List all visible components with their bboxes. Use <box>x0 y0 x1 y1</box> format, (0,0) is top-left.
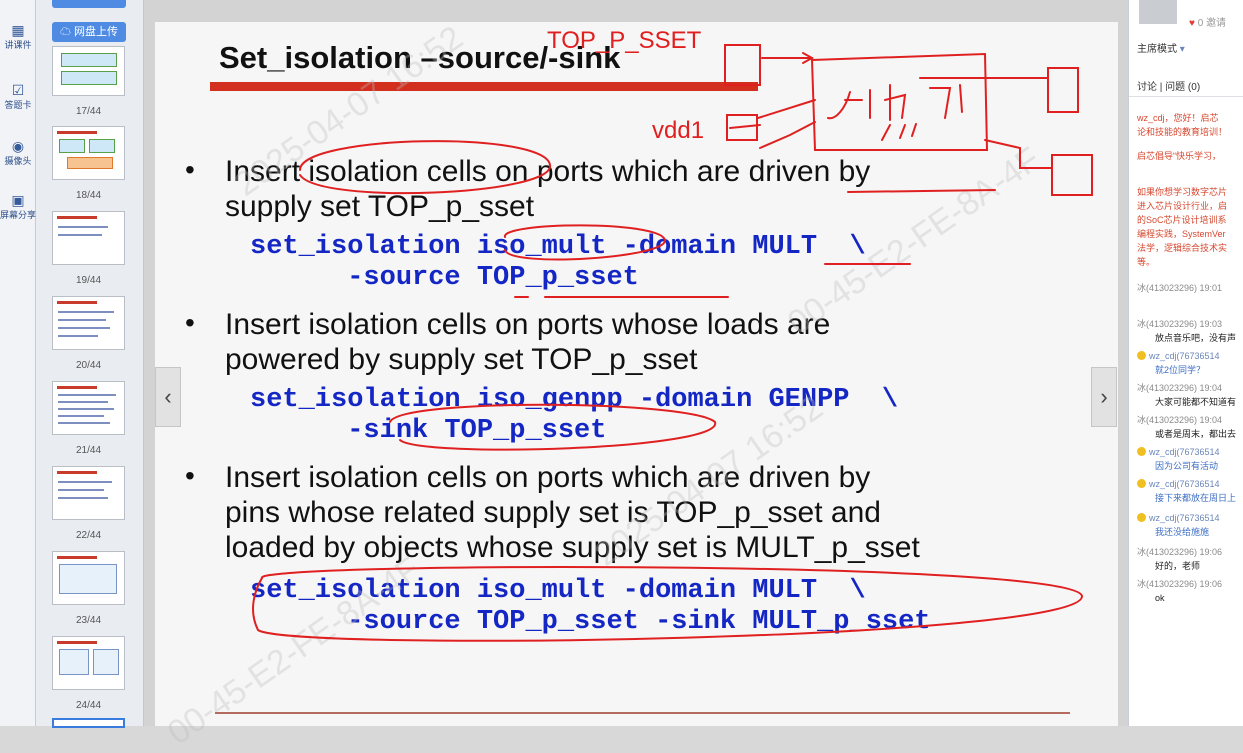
answer-card-label: 答题卡 <box>4 100 32 110</box>
bullet-dot: • <box>185 307 195 338</box>
chat-message-who2: wz_cdj(76736514 <box>1149 513 1220 523</box>
slide-number: 19/44 <box>75 275 102 286</box>
divider <box>1129 96 1243 97</box>
avatar <box>1139 0 1177 24</box>
netdisk-upload-button[interactable]: ☁ 网盘上传 <box>52 22 126 42</box>
courseware-icon: ▦ <box>11 22 25 38</box>
bullet-text: Insert isolation cells on ports whose lo… <box>225 308 831 341</box>
prev-slide-button[interactable]: ‹ <box>155 367 181 427</box>
chat-message-sys: 编程实践，SystemVer <box>1137 229 1226 239</box>
slide-number: 20/44 <box>75 360 102 371</box>
slide-number: 22/44 <box>75 530 102 541</box>
chevron-down-icon: ▾ <box>1179 44 1185 55</box>
chat-message-who: 冰(413023296) 19:04 <box>1137 383 1223 393</box>
answer-card-tool[interactable]: ☑ 答题卡 <box>0 82 36 111</box>
bullet-text: powered by supply set TOP_p_sset <box>225 343 698 376</box>
chat-message-sys: 启芯倡导“快乐学习， <box>1137 151 1221 161</box>
heart-icon: ♥ <box>1189 18 1195 29</box>
slide-thumbnail-panel[interactable]: ☁ 网盘上传 17/44 18/44 19/44 20/44 21/44 22/… <box>36 0 144 728</box>
slide-number: 23/44 <box>75 615 102 626</box>
slide-thumbnail[interactable] <box>52 381 125 435</box>
slide-thumbnail[interactable] <box>52 126 125 180</box>
chat-message-txt: 大家可能都不知道有 <box>1155 397 1237 407</box>
chevron-left-icon: ‹ <box>164 384 172 409</box>
slide-thumbnail[interactable] <box>52 296 125 350</box>
screen-share-tool[interactable]: ▣ 屏幕分享 <box>0 192 36 221</box>
camera-icon: ◉ <box>11 138 25 154</box>
slide-number: 17/44 <box>75 106 102 117</box>
chat-message-sys: wz_cdj，您好！启芯 <box>1137 113 1219 123</box>
chat-message-txt2: 就2位同学？ <box>1155 365 1206 375</box>
screen-share-icon: ▣ <box>11 192 25 208</box>
chat-message-who: 冰(413023296) 19:06 <box>1137 547 1223 557</box>
chat-message-who: 冰(413023296) 19:03 <box>1137 319 1223 329</box>
bullet-text: pins whose related supply set is TOP_p_s… <box>225 496 881 529</box>
slide-thumbnail[interactable] <box>52 46 125 96</box>
chat-message-sys: 的SoC芯片设计培训系 <box>1137 215 1227 225</box>
answer-card-icon: ☑ <box>11 82 25 98</box>
title-underline <box>210 82 758 91</box>
chat-message-who2: wz_cdj(76736514 <box>1149 447 1220 457</box>
slide-number: 24/44 <box>75 700 102 711</box>
bullet-text: Insert isolation cells on ports which ar… <box>225 155 871 188</box>
courseware-tool[interactable]: ▦ 讲课件 <box>0 22 36 51</box>
chat-message-txt2: 我还没给施施 <box>1155 527 1210 537</box>
likes-count: 0 <box>1197 18 1204 29</box>
slide-thumbnail[interactable] <box>52 466 125 520</box>
chat-message-txt: ok <box>1155 593 1165 603</box>
cloud-icon: ☁ <box>59 26 71 38</box>
camera-label: 摄像头 <box>4 156 32 166</box>
chat-message-who: 冰(413023296) 19:01 <box>1137 283 1223 293</box>
chat-panel: ♥ 0 邀请 主席模式 ▾ 讨论 | 问题 (0) wz_cdj，您好！启芯 论和… <box>1128 0 1243 726</box>
chat-message-txt2: 因为公司有活动 <box>1155 461 1219 471</box>
slide-thumbnail[interactable] <box>52 211 125 265</box>
current-slide: Set_isolation –source/-sink • Insert iso… <box>155 19 1118 752</box>
chat-message-sys: 等。 <box>1137 257 1156 267</box>
chat-message-who: 冰(413023296) 19:04 <box>1137 415 1223 425</box>
chat-tabs[interactable]: 讨论 | 问题 (0) <box>1137 78 1200 93</box>
chat-message-txt2: 接下来都放在周日上 <box>1155 493 1237 503</box>
chevron-right-icon: › <box>1100 384 1108 409</box>
slide-number: 21/44 <box>75 445 102 456</box>
bullet-text: Insert isolation cells on ports which ar… <box>225 461 871 494</box>
user-badge-icon <box>1137 478 1148 490</box>
chat-message-who2: wz_cdj(76736514 <box>1149 351 1220 361</box>
upload-label: 网盘上传 <box>74 26 119 38</box>
likes-counter[interactable]: ♥ 0 邀请 <box>1189 14 1226 29</box>
chat-message-who2: wz_cdj(76736514 <box>1149 479 1220 489</box>
chat-message-txt: 好的，老师 <box>1155 561 1201 571</box>
courseware-label: 讲课件 <box>4 40 32 50</box>
footer-rule <box>215 712 1070 714</box>
bullet-dot: • <box>185 154 195 185</box>
user-badge-icon <box>1137 350 1148 362</box>
invite-link[interactable]: 邀请 <box>1206 18 1226 29</box>
mode-label: 主席模式 <box>1137 44 1177 55</box>
slide-thumbnail[interactable] <box>52 551 125 605</box>
chat-message-sys: 法学，逻辑综合技术实 <box>1137 243 1228 253</box>
chat-message-txt: 放点音乐吧，没有声 <box>1155 333 1237 343</box>
left-toolbar: ▦ 讲课件 ☑ 答题卡 ◉ 摄像头 ▣ 屏幕分享 <box>0 0 36 726</box>
code-line: -sink TOP_p_sset <box>250 416 607 446</box>
camera-tool[interactable]: ◉ 摄像头 <box>0 138 36 167</box>
slide-thumbnail[interactable] <box>52 636 125 690</box>
chat-message-sys: 进入芯片设计行业，启 <box>1137 201 1228 211</box>
next-slide-button[interactable]: › <box>1091 367 1117 427</box>
user-badge-icon <box>1137 446 1148 458</box>
upload-button-top[interactable] <box>52 0 126 8</box>
screen-share-label: 屏幕分享 <box>0 210 37 220</box>
mode-selector[interactable]: 主席模式 ▾ <box>1137 40 1185 55</box>
bullet-text: loaded by objects whose supply set is MU… <box>225 531 920 564</box>
slide-number: 18/44 <box>75 190 102 201</box>
chat-message-sys: 如果你想学习数字芯片 <box>1137 187 1228 197</box>
chat-message-sys: 论和技能的教育培训！ <box>1137 127 1228 137</box>
slide-thumbnail-current[interactable] <box>52 718 125 728</box>
chat-message-who: 冰(413023296) 19:06 <box>1137 579 1223 589</box>
bullet-text: supply set TOP_p_sset <box>225 190 535 223</box>
user-badge-icon <box>1137 512 1148 524</box>
chat-message-txt: 或者是周末，都出去 <box>1155 429 1237 439</box>
code-line: -source TOP_p_sset <box>250 263 639 293</box>
code-line: set_isolation iso_mult -domain MULT \ <box>250 232 866 262</box>
bullet-dot: • <box>185 460 195 491</box>
